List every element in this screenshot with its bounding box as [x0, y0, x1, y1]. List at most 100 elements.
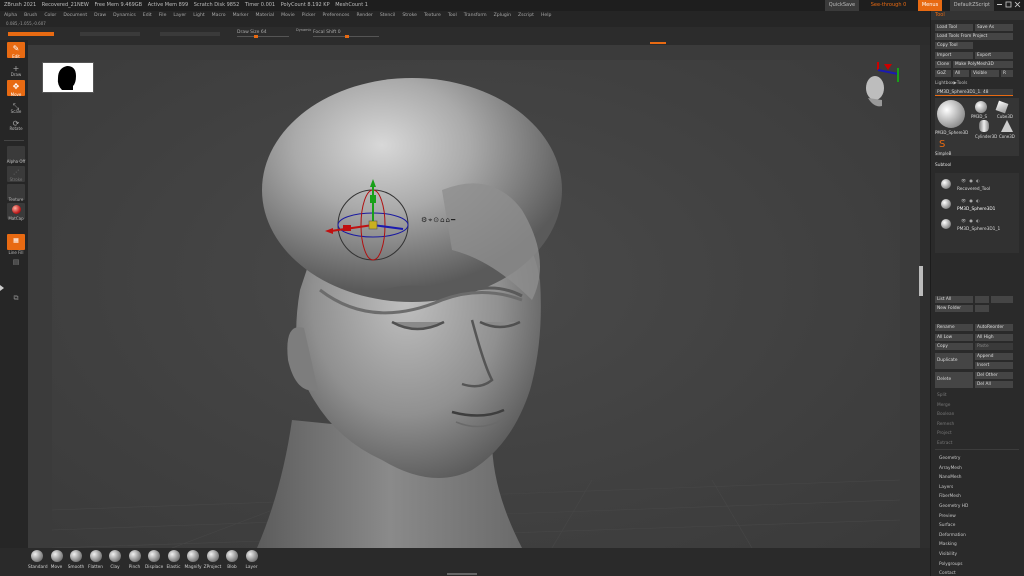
subtool-visibility-icon[interactable]: 👁 ● ◐ — [961, 218, 981, 223]
tool-menu-nanomesh[interactable]: NanoMesh — [939, 475, 962, 480]
del-other-button[interactable]: Del Other — [975, 372, 1013, 379]
sculpt-mesh[interactable] — [52, 60, 900, 548]
dynamic-toggle[interactable]: Dynamic — [296, 28, 311, 32]
copy-button[interactable]: Copy — [935, 343, 973, 350]
shelf-rgb-slider[interactable] — [80, 32, 140, 36]
gizmo-toolbar[interactable]: ⚙⌖⊙⌂⌂━ — [421, 216, 456, 225]
import-button[interactable]: Import — [935, 52, 973, 59]
export-button[interactable]: Export — [975, 52, 1013, 59]
tool-menu-polygroups[interactable]: Polygroups — [939, 562, 963, 567]
menu-movie[interactable]: Movie — [277, 11, 298, 20]
rename-button[interactable]: Rename — [935, 324, 973, 331]
menu-layer[interactable]: Layer — [169, 11, 189, 20]
tool-menu-arraymesh[interactable]: ArrayMesh — [939, 466, 962, 471]
menu-transform[interactable]: Transform — [460, 11, 490, 20]
load-tool-button[interactable]: Load Tool — [935, 24, 973, 31]
brush-displace[interactable]: Displace — [145, 550, 163, 570]
duplicate-button[interactable]: Duplicate — [935, 353, 973, 369]
tool-menu-fibermesh[interactable]: FiberMesh — [939, 494, 961, 499]
tool-menu-masking[interactable]: Masking — [939, 542, 957, 547]
extract-menu[interactable]: Extract — [935, 440, 1015, 447]
draw-size-knob[interactable] — [254, 35, 258, 38]
menu-tool[interactable]: Tool — [444, 11, 460, 20]
draw-size-slider[interactable] — [237, 36, 289, 37]
menus-toggle[interactable]: Menus — [917, 0, 943, 11]
load-from-project-button[interactable]: Load Tools From Project — [935, 33, 1013, 40]
brush-magnify[interactable]: Magnify — [184, 550, 202, 570]
all-low-button[interactable]: All Low — [935, 334, 973, 341]
window-controls[interactable] — [996, 0, 1022, 11]
current-tool-slider[interactable]: PM3D_Sphere3D1_1. 48 — [935, 89, 1013, 96]
tool-menu-visibility[interactable]: Visibility — [939, 552, 957, 557]
brush-standard[interactable]: Standard — [28, 550, 48, 570]
left-divider-handle[interactable] — [0, 280, 4, 294]
tool-palette-title[interactable]: Tool — [931, 11, 1024, 20]
brush-smooth[interactable]: Smooth — [67, 550, 85, 570]
transp-button[interactable]: ⧉ — [7, 292, 25, 308]
copy-tool-button[interactable]: Copy Tool — [935, 42, 973, 49]
tool-thumb-cylinder[interactable] — [979, 120, 989, 132]
remesh-menu[interactable]: Remesh — [935, 421, 1015, 428]
menu-marker[interactable]: Marker — [229, 11, 252, 20]
polyf-button[interactable]: ▤ — [7, 256, 25, 272]
simplebrush-icon[interactable]: S — [939, 140, 949, 150]
paste-button[interactable]: Paste — [975, 343, 1013, 350]
menu-dynamics[interactable]: Dynamics — [109, 11, 139, 20]
subtool-row-1[interactable]: 👁 ● ◐ PM3D_Sphere3D1 — [939, 197, 1017, 213]
autoreorder-button[interactable]: AutoReorder — [975, 324, 1013, 331]
bottom-scrollbar[interactable] — [447, 573, 477, 575]
tool-thumb-sphere[interactable] — [937, 100, 965, 128]
brush-zproject[interactable]: ZProject — [204, 550, 222, 570]
menu-texture[interactable]: Texture — [420, 11, 444, 20]
menu-color[interactable]: Color — [40, 11, 59, 20]
menu-zscript[interactable]: Zscript — [514, 11, 537, 20]
subtool-header[interactable]: Subtool — [935, 163, 1015, 168]
goz-button[interactable]: GoZ — [935, 70, 951, 77]
menu-render[interactable]: Render — [352, 11, 375, 20]
head-navigator-icon[interactable] — [858, 60, 906, 112]
clone-button[interactable]: Clone — [935, 61, 951, 68]
delete-button[interactable]: Delete — [935, 372, 973, 388]
menu-picker[interactable]: Picker — [298, 11, 319, 20]
default-zscript-button[interactable]: DefaultZScript — [949, 0, 994, 11]
make-polymesh-button[interactable]: Make PolyMesh3D — [953, 61, 1013, 68]
split-menu[interactable]: Split — [935, 392, 1015, 399]
brush-pinch[interactable]: Pinch — [126, 550, 144, 570]
new-folder-button[interactable]: New Folder — [935, 305, 973, 312]
linefill-button[interactable]: ▦ — [7, 234, 25, 250]
menu-help[interactable]: Help — [537, 11, 554, 20]
brush-elastic[interactable]: Elastic — [165, 550, 183, 570]
right-divider-handle[interactable] — [919, 266, 923, 296]
tool-menu-geometry[interactable]: Geometry — [939, 456, 960, 461]
tool-menu-geometry-hd[interactable]: Geometry HD — [939, 504, 968, 509]
brush-flatten[interactable]: Flatten — [87, 550, 105, 570]
subtool-row-2[interactable]: 👁 ● ◐ PM3D_Sphere3D1_1 — [939, 217, 1017, 233]
menu-brush[interactable]: Brush — [20, 11, 40, 20]
menu-stencil[interactable]: Stencil — [376, 11, 399, 20]
menu-zplugin[interactable]: Zplugin — [490, 11, 514, 20]
menu-alpha[interactable]: Alpha — [0, 11, 20, 20]
visible-button[interactable]: Visible — [971, 70, 999, 77]
menu-draw[interactable]: Draw — [90, 11, 109, 20]
up-arrow-button[interactable] — [975, 296, 989, 303]
tool-menu-preview[interactable]: Preview — [939, 514, 956, 519]
brush-layer[interactable]: Layer — [243, 550, 261, 570]
menu-stroke[interactable]: Stroke — [398, 11, 420, 20]
menu-light[interactable]: Light — [189, 11, 207, 20]
boolean-menu[interactable]: Boolean — [935, 411, 1015, 418]
folder-arrow-button[interactable] — [975, 305, 989, 312]
shelf-mode-button[interactable] — [8, 32, 54, 36]
brush-move[interactable]: Move — [48, 550, 66, 570]
menu-material[interactable]: Material — [251, 11, 277, 20]
del-all-button[interactable]: Del All — [975, 381, 1013, 388]
menu-document[interactable]: Document — [59, 11, 90, 20]
subtool-visibility-icon[interactable]: 👁 ● ◐ — [961, 178, 981, 183]
shelf-zadd-slider[interactable] — [160, 32, 220, 36]
quicksave-button[interactable]: QuickSave — [824, 0, 860, 11]
menu-edit[interactable]: Edit — [139, 11, 155, 20]
menu-macro[interactable]: Macro — [208, 11, 229, 20]
3d-viewport[interactable]: ⚙⌖⊙⌂⌂━ — [52, 60, 900, 548]
project-menu[interactable]: Project — [935, 430, 1015, 437]
insert-button[interactable]: Insert — [975, 362, 1013, 369]
tool-thumb-cube[interactable] — [995, 100, 1009, 114]
